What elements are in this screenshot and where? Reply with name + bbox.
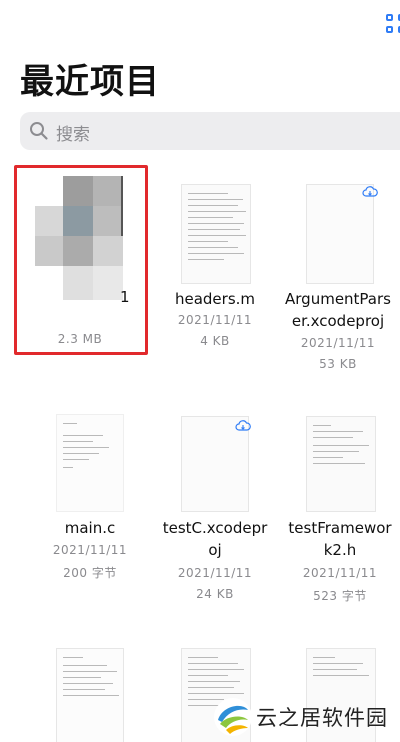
file-name-line1: testFramewor <box>288 519 392 537</box>
file-thumbnail <box>278 168 398 286</box>
file-name-line2: oj <box>208 541 222 559</box>
cloud-download-icon <box>235 420 251 431</box>
file-date: 2021/11/11 <box>177 566 253 580</box>
file-date: 2021/11/11 <box>52 543 128 557</box>
file-date: 2021/11/11 <box>177 313 253 327</box>
file-thumbnail <box>280 400 400 512</box>
file-item[interactable]: headers.m 2021/11/11 4 KB <box>155 168 275 353</box>
grid-view-icon[interactable] <box>384 12 400 38</box>
file-size: 53 KB <box>319 357 357 371</box>
watermark: 云之居软件园 <box>208 692 400 742</box>
cloud-download-icon <box>362 186 378 197</box>
file-thumbnail <box>30 400 150 512</box>
search-input[interactable]: 搜索 <box>20 112 400 150</box>
file-item[interactable]: main.c 2021/11/11 200 字节 <box>30 400 150 590</box>
search-icon <box>30 122 48 140</box>
file-item[interactable] <box>30 640 150 742</box>
file-size: 523 字节 <box>313 589 367 603</box>
file-name: main.c <box>64 519 116 537</box>
file-size: 4 KB <box>200 334 230 348</box>
file-date: 2021/11/11 <box>302 566 378 580</box>
file-size: 200 字节 <box>63 566 117 580</box>
selection-highlight <box>14 165 148 355</box>
file-name-line2: er.xcodeproj <box>291 312 385 330</box>
file-name-line2: k2.h <box>323 541 357 559</box>
file-item[interactable]: testC.xcodepr oj 2021/11/11 24 KB <box>155 400 275 605</box>
file-item[interactable]: ArgumentPars er.xcodeproj 2021/11/11 53 … <box>278 168 398 373</box>
file-date: 2021/11/11 <box>300 336 376 350</box>
file-thumbnail <box>155 400 275 512</box>
page-title: 最近项目 <box>20 62 160 102</box>
file-name-line1: testC.xcodepr <box>162 519 268 537</box>
watermark-text: 云之居软件园 <box>256 706 388 730</box>
watermark-logo-icon <box>214 698 252 736</box>
file-name: headers.m <box>174 290 256 308</box>
file-name-line1: ArgumentPars <box>285 290 391 308</box>
file-item[interactable]: testFramewor k2.h 2021/11/11 523 字节 <box>280 400 400 605</box>
file-thumbnail <box>155 168 275 286</box>
search-placeholder: 搜索 <box>56 125 90 145</box>
file-size: 24 KB <box>196 587 234 601</box>
file-thumbnail <box>56 648 124 742</box>
